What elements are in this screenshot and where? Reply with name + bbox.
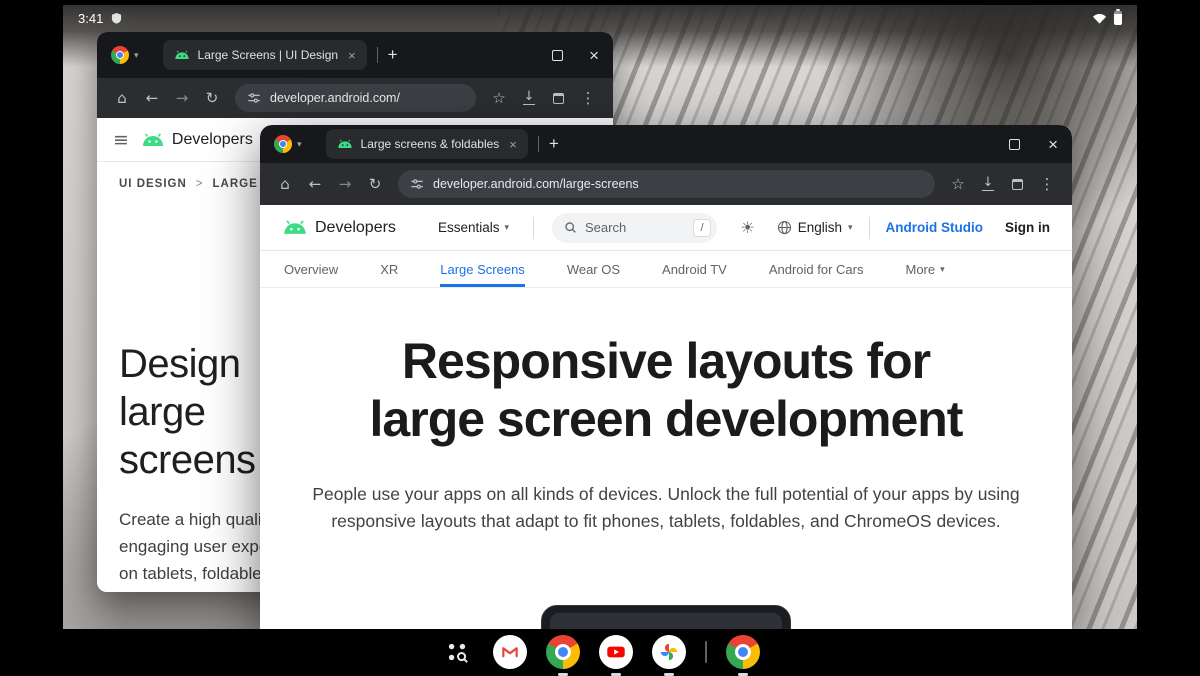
taskbar — [0, 629, 1200, 675]
close-tab-icon[interactable]: × — [509, 137, 517, 152]
open-in-window-icon[interactable] — [1012, 179, 1023, 190]
keyboard-shortcut-hint: / — [693, 219, 711, 237]
nav-more[interactable]: More▾ — [905, 251, 944, 287]
url-text: developer.android.com/ — [270, 91, 400, 105]
reload-button[interactable]: ↻ — [199, 91, 225, 106]
downloads-icon[interactable]: ↓ — [975, 177, 1001, 190]
hero-title: Responsive layouts for large screen deve… — [260, 333, 1072, 448]
browser-tab[interactable]: Large Screens | UI Design × — [163, 40, 367, 70]
chevron-down-icon: ▾ — [940, 264, 945, 275]
chrome-window-foreground: ▾ Large screens & foldables × + × ⌂ ← → … — [260, 125, 1072, 629]
chrome-logo-icon[interactable] — [274, 135, 292, 153]
globe-icon — [777, 220, 792, 235]
forward-button[interactable]: → — [332, 177, 358, 192]
address-bar[interactable]: developer.android.com/large-screens — [398, 170, 935, 198]
google-photos-icon[interactable] — [652, 635, 686, 669]
android-studio-link[interactable]: Android Studio — [886, 220, 983, 235]
breadcrumb-ui-design[interactable]: UI DESIGN — [119, 178, 187, 190]
back-window-toolbar: ⌂ ← → ↻ developer.android.com/ ☆ ↓ ⋮ — [97, 78, 613, 118]
app-launcher-icon[interactable] — [440, 635, 474, 669]
taskbar-separator — [705, 641, 707, 663]
breadcrumb-separator-icon: > — [196, 178, 204, 190]
downloads-icon[interactable]: ↓ — [516, 91, 542, 104]
clock: 3:41 — [78, 11, 103, 26]
chrome-logo-icon[interactable] — [111, 46, 129, 64]
hero-paragraph: People use your apps on all kinds of dev… — [302, 481, 1030, 535]
close-tab-icon[interactable]: × — [348, 48, 356, 63]
nav-android-tv[interactable]: Android TV — [662, 251, 727, 287]
search-icon — [564, 221, 577, 234]
wifi-icon — [1092, 12, 1107, 24]
browser-menu-icon[interactable]: ⋮ — [575, 91, 601, 106]
home-button[interactable]: ⌂ — [272, 177, 298, 192]
maximize-button[interactable] — [1009, 139, 1020, 150]
search-input[interactable]: Search / — [552, 213, 717, 243]
address-bar[interactable]: developer.android.com/ — [235, 84, 476, 112]
language-selector[interactable]: English ▾ — [777, 220, 853, 235]
browser-menu-icon[interactable]: ⋮ — [1034, 177, 1060, 192]
status-bar: 3:41 — [63, 5, 1137, 31]
nav-wear-os[interactable]: Wear OS — [567, 251, 620, 287]
youtube-icon[interactable] — [599, 635, 633, 669]
home-button[interactable]: ⌂ — [109, 91, 135, 106]
android-developers-brand[interactable]: Developers — [282, 219, 396, 237]
site-header: Developers Essentials ▾ Search / ☀ Engli… — [260, 205, 1072, 251]
back-button[interactable]: ← — [139, 91, 165, 106]
nav-overview[interactable]: Overview — [284, 251, 338, 287]
new-tab-button[interactable]: + — [388, 45, 398, 65]
privacy-shield-icon — [111, 12, 122, 24]
forward-button[interactable]: → — [169, 91, 195, 106]
front-window-titlebar[interactable]: ▾ Large screens & foldables × + × — [260, 125, 1072, 163]
tab-title: Large screens & foldables — [361, 137, 500, 151]
nav-android-for-cars[interactable]: Android for Cars — [769, 251, 864, 287]
android-favicon-icon — [174, 50, 190, 60]
nav-xr[interactable]: XR — [380, 251, 398, 287]
search-placeholder: Search — [585, 220, 685, 235]
android-favicon-icon — [337, 139, 353, 149]
android-logo-icon — [141, 133, 165, 147]
front-window-toolbar: ⌂ ← → ↻ developer.android.com/large-scre… — [260, 163, 1072, 205]
chevron-down-icon[interactable]: ▾ — [134, 50, 139, 61]
chrome-icon[interactable] — [546, 635, 580, 669]
maximize-button[interactable] — [552, 50, 563, 61]
new-tab-button[interactable]: + — [549, 134, 559, 154]
android-logo-icon — [282, 220, 308, 235]
bookmark-star-icon[interactable]: ☆ — [945, 177, 971, 192]
site-settings-icon[interactable] — [247, 91, 261, 105]
device-hero-image — [541, 605, 791, 629]
back-window-titlebar[interactable]: ▾ Large Screens | UI Design × + × — [97, 32, 613, 78]
site-nav: Overview XR Large Screens Wear OS Androi… — [260, 251, 1072, 288]
brand-label: Developers — [172, 131, 253, 149]
brand-label: Developers — [315, 219, 396, 237]
browser-tab[interactable]: Large screens & foldables × — [326, 129, 528, 159]
close-window-button[interactable]: × — [589, 47, 599, 64]
battery-icon — [1114, 11, 1122, 25]
reload-button[interactable]: ↻ — [362, 177, 388, 192]
site-settings-icon[interactable] — [410, 177, 424, 191]
url-text: developer.android.com/large-screens — [433, 177, 639, 191]
chevron-down-icon[interactable]: ▾ — [297, 139, 302, 150]
android-developers-brand[interactable]: Developers — [141, 131, 253, 149]
device-screen — [550, 613, 782, 629]
open-in-window-icon[interactable] — [553, 93, 564, 104]
sign-in-button[interactable]: Sign in — [1005, 220, 1050, 235]
front-window-page: Developers Essentials ▾ Search / ☀ Engli… — [260, 205, 1072, 629]
theme-toggle-icon[interactable]: ☀ — [740, 218, 754, 237]
essentials-menu[interactable]: Essentials ▾ — [438, 220, 509, 235]
hamburger-menu-icon[interactable]: ≡ — [113, 129, 129, 151]
close-window-button[interactable]: × — [1048, 136, 1058, 153]
tab-title: Large Screens | UI Design — [198, 48, 339, 62]
back-button[interactable]: ← — [302, 177, 328, 192]
gmail-icon[interactable] — [493, 635, 527, 669]
screen: 3:41 ▾ Large Screens | UI Design × + × ⌂ — [0, 0, 1200, 675]
chrome-icon[interactable] — [726, 635, 760, 669]
bookmark-star-icon[interactable]: ☆ — [486, 91, 512, 106]
nav-large-screens[interactable]: Large Screens — [440, 251, 525, 287]
chevron-down-icon: ▾ — [848, 222, 853, 233]
chevron-down-icon: ▾ — [504, 222, 509, 233]
